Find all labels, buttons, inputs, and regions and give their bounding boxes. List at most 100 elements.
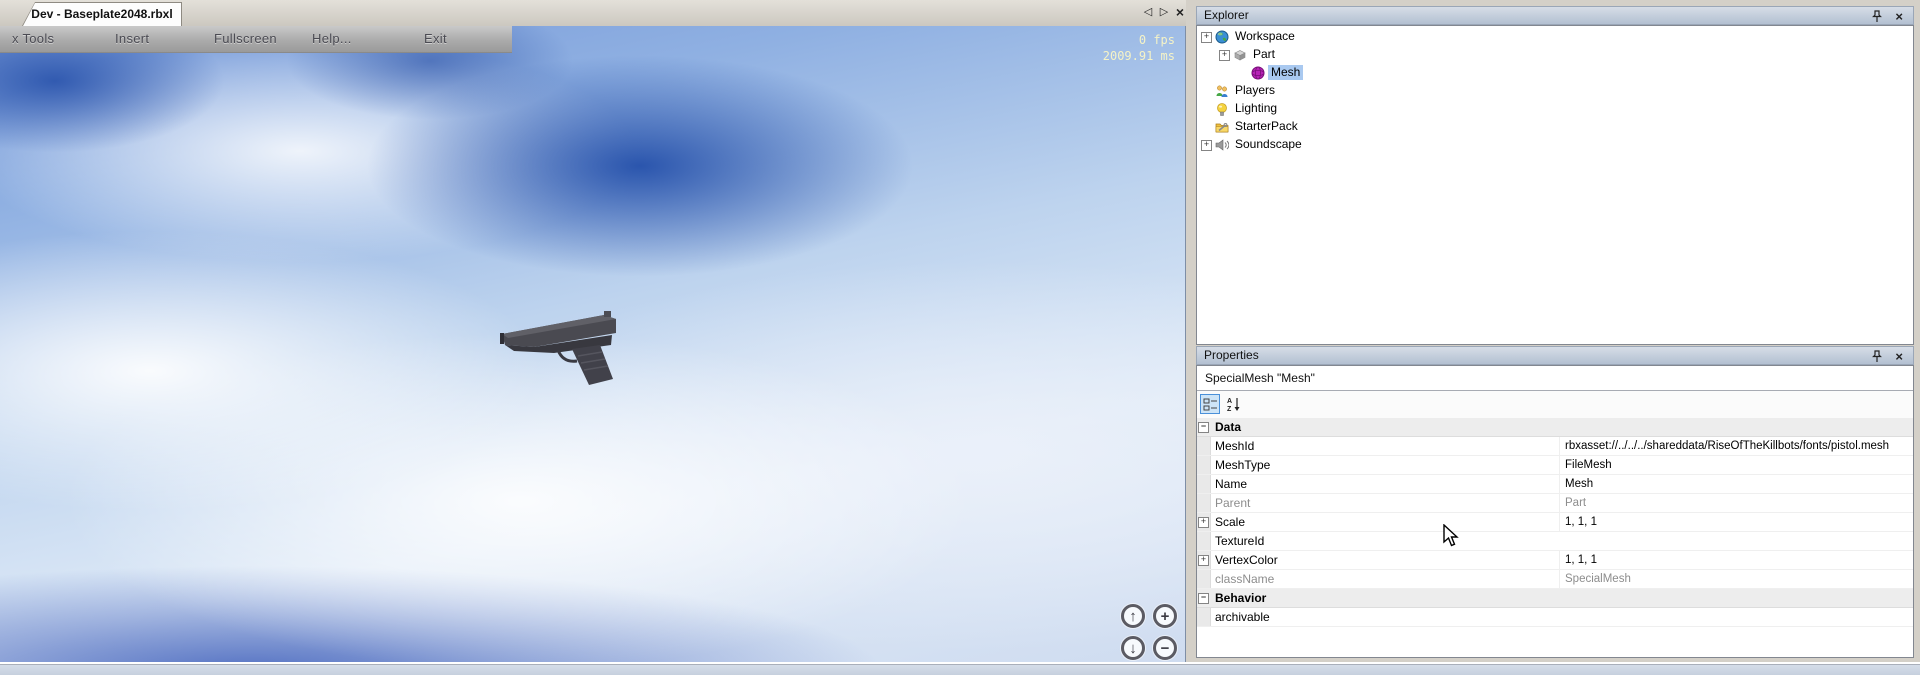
properties-toolbar: A Z xyxy=(1197,391,1913,419)
property-value[interactable]: Part xyxy=(1559,494,1911,512)
pan-down-button[interactable]: ↓ xyxy=(1121,636,1145,660)
menu-item-fullscreen[interactable]: Fullscreen xyxy=(214,26,277,52)
collapse-icon[interactable]: − xyxy=(1198,422,1209,433)
svg-text:Z: Z xyxy=(1227,406,1232,412)
explorer-title: Explorer xyxy=(1204,8,1249,22)
explorer-panel-header: Explorer × xyxy=(1196,6,1914,25)
grid-gutter xyxy=(1197,570,1211,588)
properties-title: Properties xyxy=(1204,348,1259,362)
category-label: Behavior xyxy=(1215,589,1553,607)
explorer-item-players[interactable]: Players xyxy=(1197,82,1913,100)
tab-scroll-right-button[interactable]: ▷ xyxy=(1156,4,1172,21)
property-grid: − DataMeshId rbxasset://../../../sharedda… xyxy=(1197,418,1913,657)
menu-item-help[interactable]: Help... xyxy=(312,26,352,52)
grid-gutter: + xyxy=(1197,551,1211,569)
category-label: Data xyxy=(1215,418,1553,436)
expand-icon[interactable]: + xyxy=(1198,517,1209,528)
category-row-behavior[interactable]: − Behavior xyxy=(1197,589,1913,608)
category-row-data[interactable]: − Data xyxy=(1197,418,1913,437)
expand-icon[interactable]: + xyxy=(1198,555,1209,566)
menu-item-exit[interactable]: Exit xyxy=(424,26,447,52)
tab-close-button[interactable]: × xyxy=(1172,4,1188,21)
property-row-archivable: archivable ✓ xyxy=(1197,608,1913,627)
starterpack-icon xyxy=(1215,120,1229,134)
property-row-textureid: TextureId xyxy=(1197,532,1913,551)
property-name: MeshId xyxy=(1215,437,1553,455)
tab-bar: Dev - Baseplate2048.rbxl ◁ ▷ × xyxy=(0,0,1186,27)
property-value[interactable]: 1, 1, 1 xyxy=(1559,513,1911,531)
pistol-mesh[interactable] xyxy=(492,306,624,386)
globe-icon xyxy=(1215,30,1229,44)
explorer-item-starterpack[interactable]: StarterPack xyxy=(1197,118,1913,136)
tree-expander-icon[interactable]: + xyxy=(1201,140,1212,151)
property-name: archivable xyxy=(1215,608,1553,626)
property-value[interactable]: FileMesh xyxy=(1559,456,1911,474)
tree-item-label[interactable]: Mesh xyxy=(1268,65,1303,80)
explorer-item-part[interactable]: + Part xyxy=(1197,46,1913,64)
menu-item-xtools[interactable]: x Tools xyxy=(12,26,54,52)
alphabetical-sort-button[interactable]: A Z xyxy=(1223,394,1243,414)
property-row-scale: + Scale 1, 1, 1 xyxy=(1197,513,1913,532)
property-name: MeshType xyxy=(1215,456,1553,474)
tree-item-label[interactable]: Soundscape xyxy=(1232,137,1305,152)
property-row-parent: Parent Part xyxy=(1197,494,1913,513)
zoom-in-button[interactable]: + xyxy=(1153,604,1177,628)
grid-gutter xyxy=(1197,456,1211,474)
explorer-item-lighting[interactable]: Lighting xyxy=(1197,100,1913,118)
zoom-out-button[interactable]: − xyxy=(1153,636,1177,660)
tree-item-label[interactable]: Lighting xyxy=(1232,101,1280,116)
explorer-item-mesh[interactable]: Mesh xyxy=(1197,64,1913,82)
tab-scroll-left-button[interactable]: ◁ xyxy=(1140,4,1156,21)
frame-time-value: 2009.91 ms xyxy=(1103,48,1175,64)
property-name: TextureId xyxy=(1215,532,1553,550)
window-bottom-edge xyxy=(0,662,1920,675)
pin-icon[interactable] xyxy=(1871,350,1883,363)
explorer-close-icon[interactable]: × xyxy=(1895,8,1903,25)
grid-gutter: + xyxy=(1197,513,1211,531)
pin-icon[interactable] xyxy=(1871,10,1883,23)
explorer-item-workspace[interactable]: + Workspace xyxy=(1197,28,1913,46)
properties-panel: SpecialMesh "Mesh" A Z − DataMeshId rbxas… xyxy=(1196,365,1914,658)
categorized-view-button[interactable] xyxy=(1200,394,1220,414)
property-value[interactable]: rbxasset://../../../shareddata/RiseOfThe… xyxy=(1559,437,1911,455)
property-name: Parent xyxy=(1215,494,1553,512)
lighting-icon xyxy=(1215,102,1229,116)
mesh-icon xyxy=(1251,66,1265,80)
property-row-meshtype: MeshType FileMesh xyxy=(1197,456,1913,475)
categorized-view-icon xyxy=(1203,397,1218,412)
grid-gutter xyxy=(1197,608,1211,626)
explorer-tree: + Workspace+ Part Mesh Players Lighting … xyxy=(1196,25,1914,345)
tree-item-label[interactable]: StarterPack xyxy=(1232,119,1301,134)
property-name: Name xyxy=(1215,475,1553,493)
grid-gutter xyxy=(1197,532,1211,550)
property-name: className xyxy=(1215,570,1553,588)
properties-close-icon[interactable]: × xyxy=(1895,348,1903,365)
collapse-icon[interactable]: − xyxy=(1198,593,1209,604)
tree-item-label[interactable]: Part xyxy=(1250,47,1278,62)
selected-object-label[interactable]: SpecialMesh "Mesh" xyxy=(1197,366,1913,391)
svg-text:A: A xyxy=(1227,398,1232,405)
document-tab-label: Dev - Baseplate2048.rbxl xyxy=(23,3,181,26)
soundscape-icon xyxy=(1215,138,1229,152)
properties-panel-header: Properties × xyxy=(1196,346,1914,365)
menu-item-insert[interactable]: Insert xyxy=(115,26,149,52)
property-value[interactable]: Mesh xyxy=(1559,475,1911,493)
fps-hud: 0 fps 2009.91 ms xyxy=(1103,32,1175,64)
property-name: Scale xyxy=(1215,513,1553,531)
az-sort-icon: A Z xyxy=(1226,396,1241,412)
part-icon xyxy=(1233,48,1247,62)
property-value[interactable]: SpecialMesh xyxy=(1559,570,1911,588)
tree-item-label[interactable]: Workspace xyxy=(1232,29,1298,44)
3d-viewport[interactable]: x Tools Insert Fullscreen Help... Exit 0 fps… xyxy=(0,26,1186,663)
document-tab[interactable]: Dev - Baseplate2048.rbxl xyxy=(22,2,182,26)
property-row-vertexcolor: +VertexColor1, 1, 1 xyxy=(1197,551,1913,570)
viewport-menubar: x Tools Insert Fullscreen Help... Exit xyxy=(0,26,512,53)
tree-expander-icon[interactable]: + xyxy=(1201,32,1212,43)
tree-item-label[interactable]: Players xyxy=(1232,83,1278,98)
mouse-cursor xyxy=(1443,524,1460,548)
tree-expander-icon[interactable]: + xyxy=(1219,50,1230,61)
grid-gutter xyxy=(1197,437,1211,455)
pan-up-button[interactable]: ↑ xyxy=(1121,604,1145,628)
property-value[interactable]: 1, 1, 1 xyxy=(1559,551,1911,569)
explorer-item-soundscape[interactable]: + Soundscape xyxy=(1197,136,1913,154)
